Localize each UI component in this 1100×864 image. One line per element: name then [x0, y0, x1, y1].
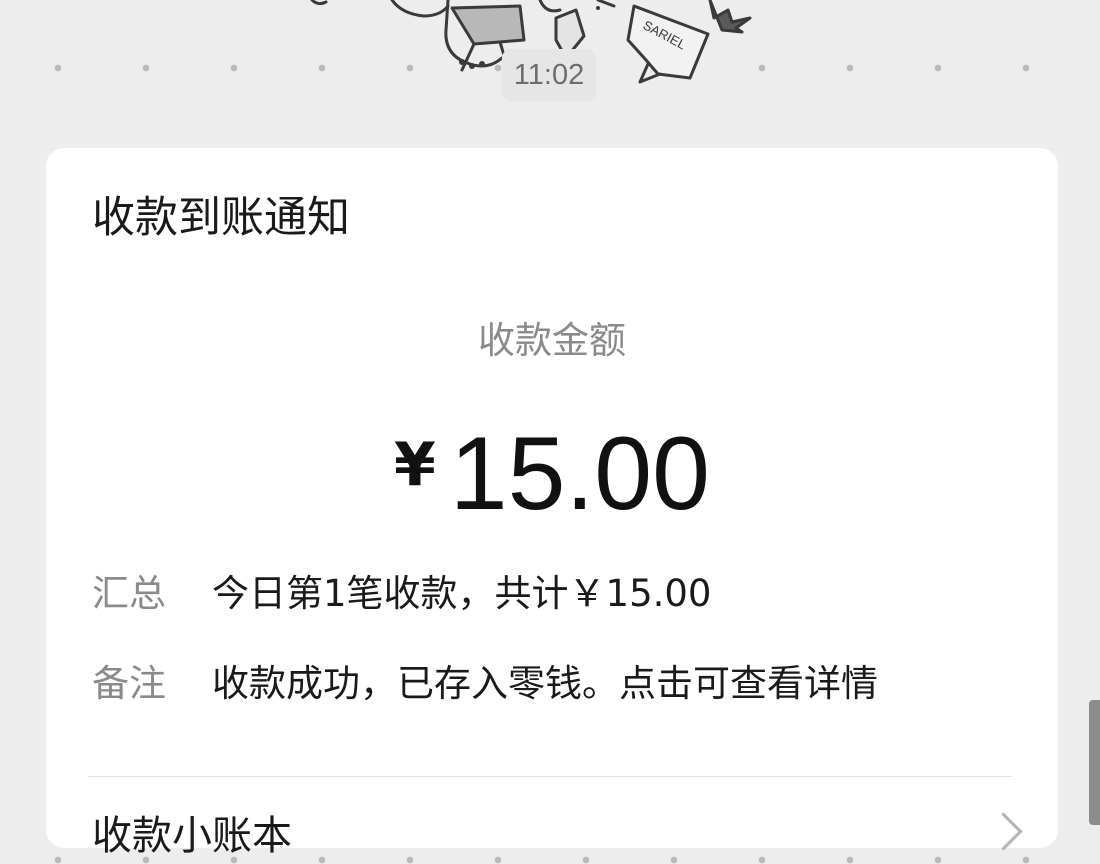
card-divider — [88, 776, 1012, 777]
summary-value: 今日第1笔收款，共计￥15.00 — [212, 572, 712, 615]
remark-value: 收款成功，已存入零钱。点击可查看详情 — [212, 662, 878, 705]
summary-label: 汇总 — [92, 572, 166, 615]
payment-notification-card[interactable]: 收款到账通知 收款金额 ¥15.00 汇总 今日第1笔收款，共计￥15.00 备… — [46, 148, 1058, 859]
notification-title: 收款到账通知 — [92, 193, 350, 243]
receipt-ledger-link[interactable]: 收款小账本 — [92, 808, 292, 864]
currency-symbol: ¥ — [393, 430, 436, 500]
chevron-right-icon[interactable] — [984, 812, 1023, 851]
amount-label: 收款金额 — [478, 319, 626, 362]
amount-value: 15.00 — [449, 416, 710, 532]
message-timestamp: 11:02 — [502, 49, 596, 101]
scrollbar-thumb[interactable] — [1089, 700, 1100, 825]
remark-label: 备注 — [92, 662, 166, 705]
amount-display: ¥15.00 — [46, 414, 1058, 534]
